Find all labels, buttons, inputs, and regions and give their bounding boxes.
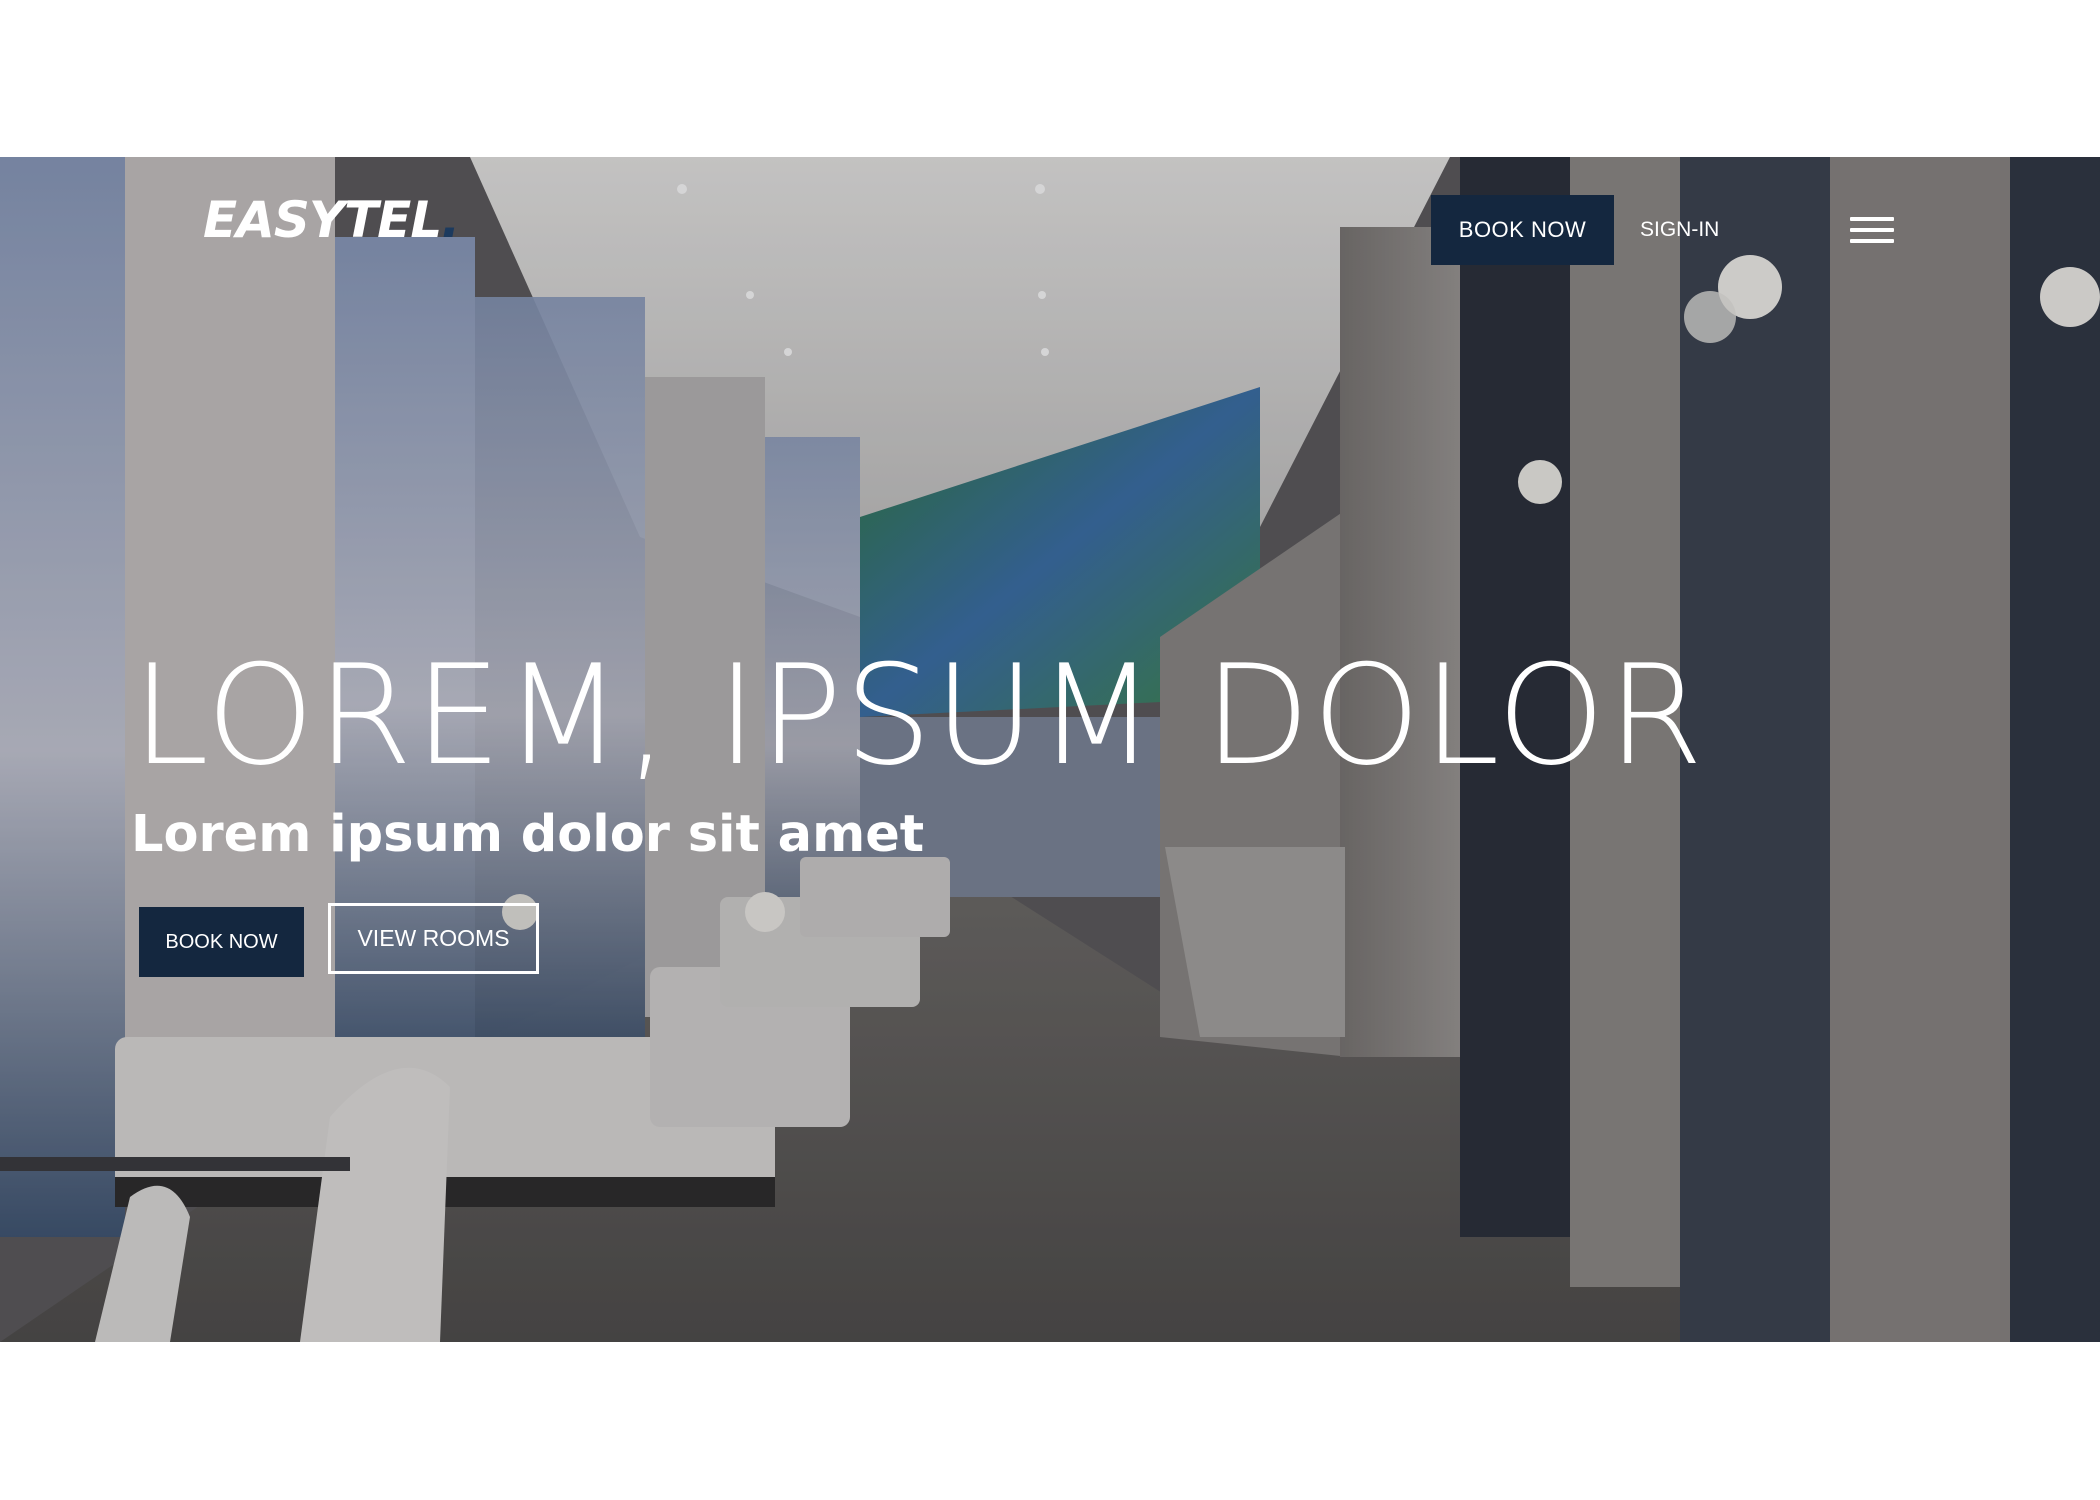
- sign-in-link[interactable]: SIGN-IN: [1640, 195, 1719, 265]
- hero-section: EASYTEL. BOOK NOW SIGN-IN LOREM, IPSUM D…: [0, 157, 2100, 1342]
- menu-bar: [1850, 217, 1894, 221]
- hamburger-menu-icon[interactable]: [1848, 209, 1896, 251]
- menu-bar: [1850, 239, 1894, 243]
- menu-bar: [1850, 228, 1894, 232]
- page: EASYTEL. BOOK NOW SIGN-IN LOREM, IPSUM D…: [0, 0, 2100, 1500]
- brand-logo-text: EASYTEL: [203, 191, 442, 249]
- header-book-now-button[interactable]: BOOK NOW: [1431, 195, 1614, 265]
- hero-title: LOREM, IPSUM DOLOR: [132, 635, 1706, 796]
- brand-logo[interactable]: EASYTEL.: [203, 195, 460, 245]
- hero-subtitle: Lorem ipsum dolor sit amet: [131, 805, 925, 864]
- hero-book-now-button[interactable]: BOOK NOW: [139, 907, 304, 977]
- view-rooms-button[interactable]: VIEW ROOMS: [328, 903, 539, 974]
- brand-logo-dot: .: [441, 191, 460, 249]
